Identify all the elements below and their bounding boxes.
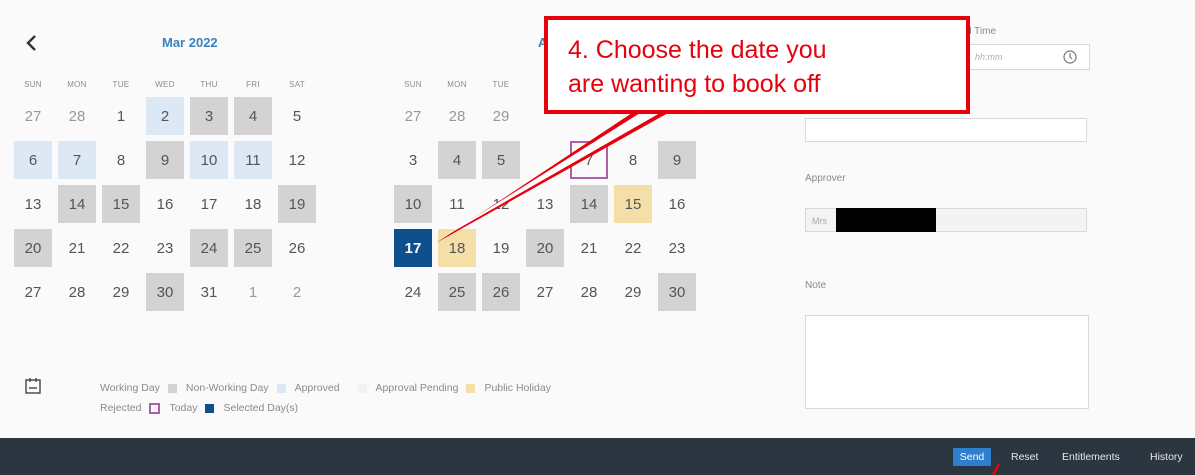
send-pointer-line	[991, 463, 1001, 475]
instruction-callout: 4. Choose the date you are wanting to bo…	[544, 16, 970, 114]
callout-line-1: 4. Choose the date you	[568, 36, 827, 64]
callout-line-2: are wanting to book off	[568, 70, 821, 98]
callout-pointer	[436, 113, 668, 243]
